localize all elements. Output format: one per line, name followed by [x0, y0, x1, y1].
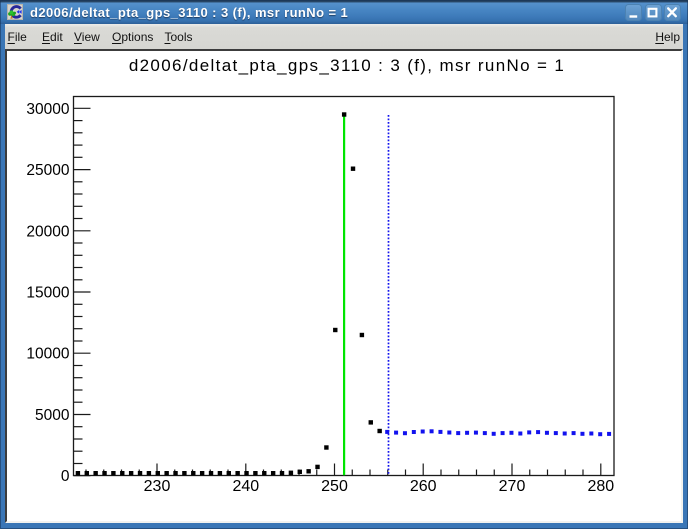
svg-text:260: 260	[410, 478, 437, 495]
svg-text:20000: 20000	[26, 223, 69, 240]
svg-text:5000: 5000	[35, 407, 70, 424]
svg-text:250: 250	[321, 478, 348, 495]
svg-text:0: 0	[61, 468, 70, 485]
svg-text:25000: 25000	[26, 162, 69, 179]
svg-text:270: 270	[499, 478, 526, 495]
svg-text:15000: 15000	[26, 285, 69, 302]
svg-text:280: 280	[587, 478, 614, 495]
svg-text:30000: 30000	[26, 101, 69, 118]
svg-text:10000: 10000	[26, 346, 69, 363]
svg-text:240: 240	[232, 478, 259, 495]
svg-text:230: 230	[144, 478, 171, 495]
svg-text:d2006/deltat_pta_gps_3110 : 3: d2006/deltat_pta_gps_3110 : 3 (f), msr r…	[129, 56, 565, 75]
